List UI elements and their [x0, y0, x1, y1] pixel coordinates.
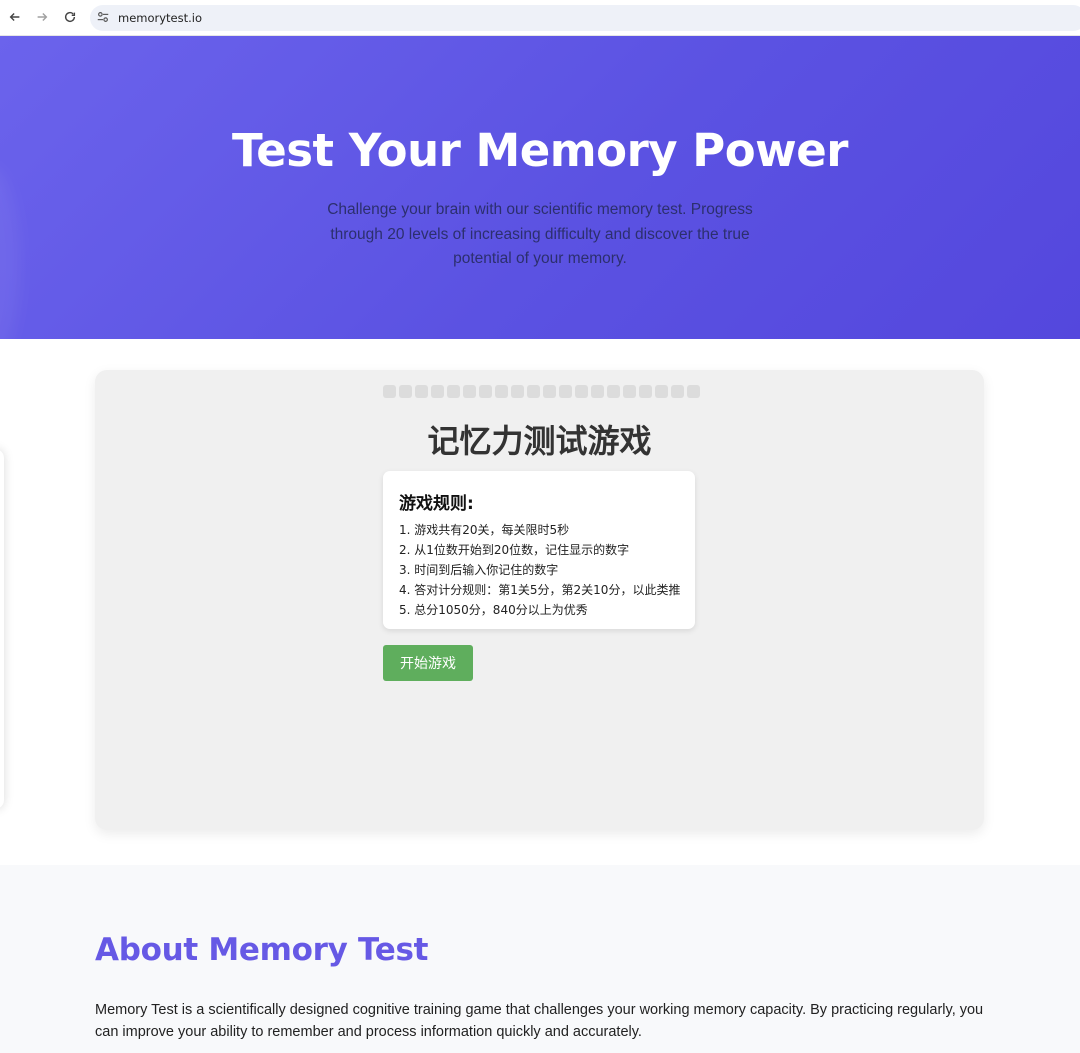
- level-progress: [383, 385, 700, 398]
- hero-subtitle: Challenge your brain with our scientific…: [327, 201, 753, 267]
- rules-card: 游戏规则: 1. 游戏共有20关，每关限时5秒 2. 从1位数开始到20位数，记…: [383, 471, 695, 629]
- side-panel-edge: [0, 449, 4, 809]
- back-arrow-icon[interactable]: [6, 8, 24, 26]
- game-card: 记忆力测试游戏 游戏规则: 1. 游戏共有20关，每关限时5秒 2. 从1位数开…: [95, 370, 984, 830]
- browser-toolbar: memorytest.io: [0, 0, 1080, 36]
- level-dot: [495, 385, 508, 398]
- start-game-button[interactable]: 开始游戏: [383, 645, 473, 681]
- level-dot: [639, 385, 652, 398]
- level-dot: [687, 385, 700, 398]
- level-dot: [479, 385, 492, 398]
- level-dot: [607, 385, 620, 398]
- level-dot: [511, 385, 524, 398]
- rule-item: 5. 总分1050分，840分以上为优秀: [399, 603, 588, 617]
- level-dot: [591, 385, 604, 398]
- level-dot: [527, 385, 540, 398]
- game-section: 记忆力测试游戏 游戏规则: 1. 游戏共有20关，每关限时5秒 2. 从1位数开…: [0, 339, 1080, 865]
- level-dot: [623, 385, 636, 398]
- address-bar[interactable]: memorytest.io: [90, 5, 1080, 31]
- rules-title: 游戏规则:: [399, 494, 474, 514]
- rules-list: 1. 游戏共有20关，每关限时5秒 2. 从1位数开始到20位数，记住显示的数字…: [399, 520, 681, 620]
- about-section: About Memory Test Memory Test is a scien…: [0, 865, 1080, 1053]
- rule-item: 2. 从1位数开始到20位数，记住显示的数字: [399, 543, 630, 557]
- level-dot: [671, 385, 684, 398]
- level-dot: [415, 385, 428, 398]
- level-dot: [431, 385, 444, 398]
- level-dot: [559, 385, 572, 398]
- rule-item: 3. 时间到后输入你记住的数字: [399, 563, 559, 577]
- level-dot: [399, 385, 412, 398]
- hero-decoration: [0, 166, 20, 339]
- hero-title: Test Your Memory Power: [232, 124, 848, 177]
- rule-item: 4. 答对计分规则：第1关5分，第2关10分，以此类推: [399, 583, 681, 597]
- url-text: memorytest.io: [118, 11, 203, 25]
- about-text: Memory Test is a scientifically designed…: [95, 1002, 984, 1040]
- level-dot: [655, 385, 668, 398]
- level-dot: [543, 385, 556, 398]
- level-dot: [575, 385, 588, 398]
- rule-item: 1. 游戏共有20关，每关限时5秒: [399, 523, 570, 537]
- game-title: 记忆力测试游戏: [427, 422, 652, 460]
- site-settings-icon[interactable]: [96, 10, 110, 24]
- level-dot: [463, 385, 476, 398]
- about-title: About Memory Test: [95, 932, 429, 968]
- hero-section: Test Your Memory Power Challenge your br…: [0, 36, 1080, 339]
- level-dot: [383, 385, 396, 398]
- reload-icon[interactable]: [61, 8, 79, 26]
- forward-arrow-icon[interactable]: [33, 8, 51, 26]
- level-dot: [447, 385, 460, 398]
